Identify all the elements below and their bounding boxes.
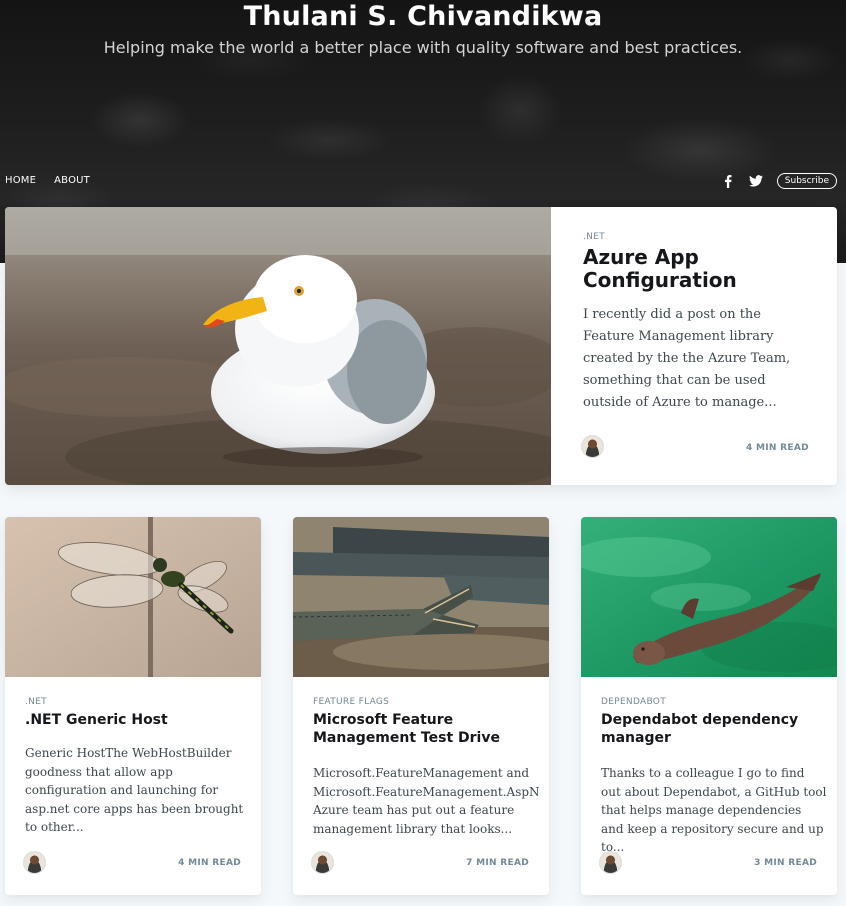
reading-time: 3 MIN READ — [754, 858, 817, 868]
dragonfly-photo[interactable] — [5, 517, 261, 677]
post-card[interactable]: DEPENDABOT Dependabot dependency manager… — [581, 517, 837, 895]
social-links: Subscribe — [721, 173, 837, 189]
author-avatar[interactable] — [311, 851, 334, 874]
post-card[interactable]: FEATURE FLAGS Microsoft Feature Manageme… — [293, 517, 549, 895]
author-avatar[interactable] — [599, 851, 622, 874]
nav-home-link[interactable]: HOME — [5, 175, 36, 186]
reading-time: 7 MIN READ — [466, 858, 529, 868]
twitter-icon[interactable] — [748, 174, 763, 188]
post-title[interactable]: Dependabot dependency manager — [601, 711, 826, 747]
post-title[interactable]: .NET Generic Host — [25, 711, 250, 729]
crocodiles-photo[interactable] — [293, 517, 549, 677]
nav-about-link[interactable]: ABOUT — [54, 175, 90, 186]
site-title[interactable]: Thulani S. Chivandikwa — [0, 1, 846, 32]
featured-post-card[interactable]: .NET Azure App Configuration I recently … — [5, 207, 837, 485]
post-title[interactable]: Microsoft Feature Management Test Drive — [313, 711, 538, 747]
reading-time: 4 MIN READ — [178, 858, 241, 868]
main-nav: HOME ABOUT — [5, 175, 90, 186]
author-avatar[interactable] — [581, 435, 604, 458]
post-excerpt[interactable]: Thanks to a colleague I go to find out a… — [601, 764, 827, 857]
post-excerpt[interactable]: I recently did a post on the Feature Man… — [583, 304, 808, 414]
site-description: Helping make the world a better place wi… — [103, 38, 743, 57]
post-title[interactable]: Azure App Configuration — [583, 246, 803, 292]
post-excerpt[interactable]: Generic HostThe WebHostBuilder goodness … — [25, 744, 251, 837]
reading-time: 4 MIN READ — [746, 443, 809, 453]
seagull-photo[interactable] — [5, 207, 551, 485]
facebook-icon[interactable] — [721, 174, 735, 188]
post-tag[interactable]: .NET — [583, 232, 605, 242]
post-excerpt[interactable]: Microsoft.FeatureManagement and Microsof… — [313, 764, 539, 838]
post-tag[interactable]: .NET — [25, 697, 47, 707]
post-card[interactable]: .NET .NET Generic Host Generic HostThe W… — [5, 517, 261, 895]
author-avatar[interactable] — [23, 851, 46, 874]
seal-photo[interactable] — [581, 517, 837, 677]
subscribe-button[interactable]: Subscribe — [776, 173, 837, 189]
post-tag[interactable]: FEATURE FLAGS — [313, 697, 389, 707]
post-tag[interactable]: DEPENDABOT — [601, 697, 666, 707]
